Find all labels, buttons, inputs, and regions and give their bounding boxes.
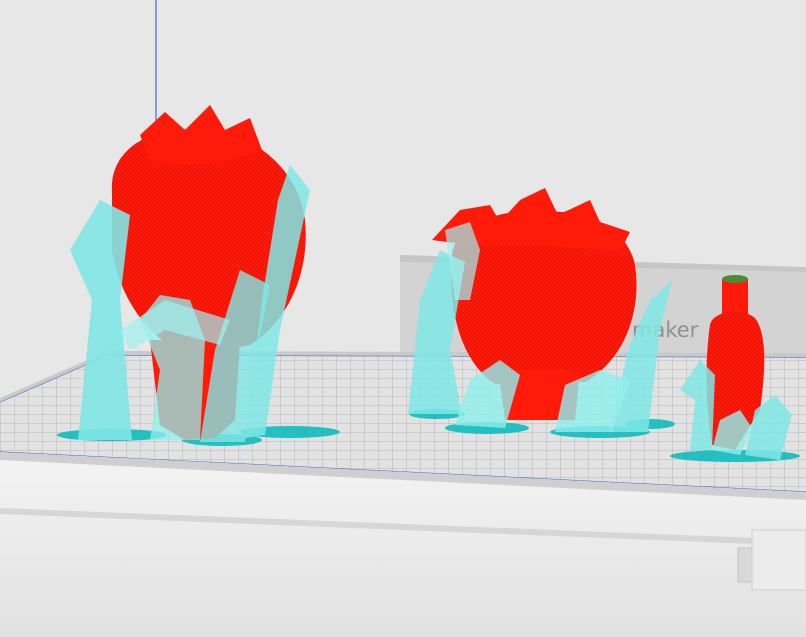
scene-canvas[interactable]: maker — [0, 0, 806, 637]
slicer-3d-viewport[interactable]: maker — [0, 0, 806, 637]
model-post-top — [722, 275, 748, 283]
